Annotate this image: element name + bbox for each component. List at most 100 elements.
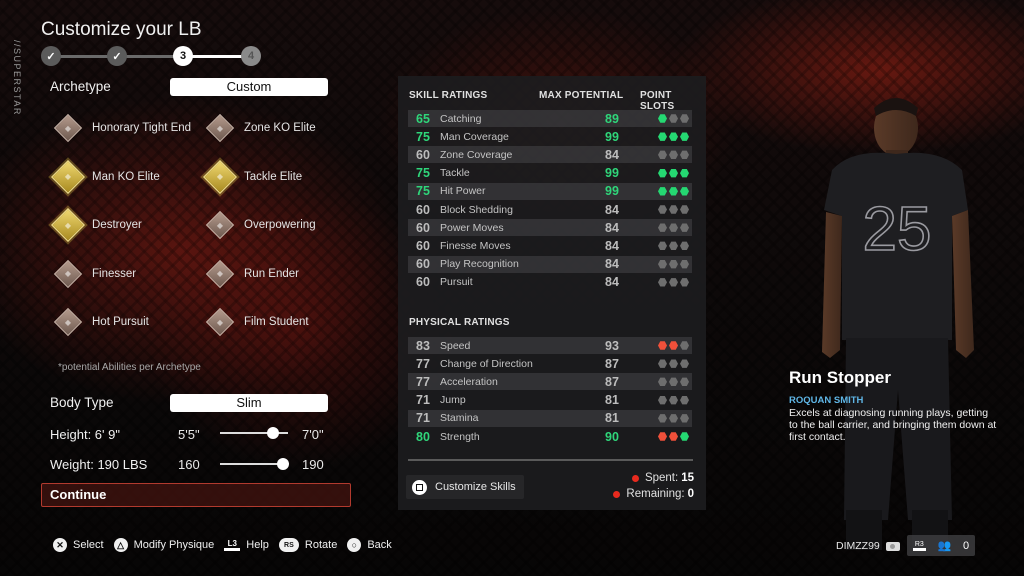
point-slots bbox=[658, 395, 689, 405]
rating-current: 77 bbox=[416, 374, 430, 389]
point-slot-hex-icon bbox=[658, 414, 667, 423]
rating-name: Man Coverage bbox=[440, 130, 509, 143]
rating-row[interactable]: 75 Man Coverage 99 bbox=[408, 128, 692, 145]
ability-badge-icon: ◆ bbox=[202, 256, 238, 292]
customize-skills-button[interactable]: Customize Skills bbox=[406, 475, 524, 499]
point-slot-hex-icon bbox=[658, 168, 667, 178]
ability-name: Finesser bbox=[92, 267, 137, 280]
ability-badge-icon: ◆ bbox=[50, 159, 86, 195]
height-slider[interactable] bbox=[220, 427, 288, 439]
ability-item: ◆ Honorary Tight End bbox=[50, 108, 191, 148]
point-slot-hex-icon bbox=[669, 377, 678, 387]
ability-item: ◆ Man KO Elite bbox=[50, 157, 160, 197]
hint-back[interactable]: ○ Back bbox=[347, 538, 392, 552]
rating-row[interactable]: 60 Play Recognition 84 bbox=[408, 255, 692, 273]
height-slider-thumb[interactable] bbox=[267, 427, 280, 439]
hint-label: Help bbox=[246, 539, 269, 551]
weight-slider-thumb[interactable] bbox=[277, 458, 289, 470]
rating-row[interactable]: 75 Hit Power 99 bbox=[408, 182, 692, 200]
rating-max: 84 bbox=[605, 147, 619, 162]
rating-row[interactable]: 77 Acceleration 87 bbox=[408, 373, 692, 391]
point-slots bbox=[658, 241, 689, 251]
rating-row[interactable]: 71 Jump 81 bbox=[408, 392, 692, 409]
ability-name: Run Ender bbox=[244, 267, 299, 280]
remaining-dot-icon bbox=[613, 490, 621, 498]
rating-max: 81 bbox=[605, 411, 619, 426]
rating-current: 75 bbox=[416, 129, 430, 144]
rating-row[interactable]: 60 Zone Coverage 84 bbox=[408, 146, 692, 164]
point-slot-hex-icon bbox=[680, 414, 689, 423]
point-slot-hex-icon bbox=[669, 241, 678, 251]
rating-max: 99 bbox=[605, 129, 619, 144]
body-type-select[interactable]: Slim bbox=[170, 394, 328, 412]
hint-help[interactable]: L3 Help bbox=[224, 539, 269, 551]
cross-button-icon: ✕ bbox=[53, 538, 67, 552]
weight-slider[interactable] bbox=[220, 458, 289, 470]
ability-name: Overpowering bbox=[244, 219, 316, 231]
rating-row[interactable]: 80 Strength 90 bbox=[408, 428, 692, 445]
hint-rotate[interactable]: RS Rotate bbox=[278, 538, 338, 552]
rating-row[interactable]: 60 Finesse Moves 84 bbox=[408, 237, 692, 254]
archetype-select[interactable]: Custom bbox=[170, 78, 328, 96]
ratings-panel: SKILL RATINGS MAX POTENTIAL POINT SLOTS … bbox=[398, 76, 706, 510]
point-slot-hex-icon bbox=[669, 414, 678, 423]
player-model[interactable]: 25 bbox=[812, 90, 992, 570]
rating-max: 99 bbox=[605, 184, 619, 199]
height-min: 5'5" bbox=[178, 427, 200, 442]
ability-badge-icon: ◆ bbox=[202, 207, 238, 243]
rating-row[interactable]: 83 Speed 93 bbox=[408, 337, 692, 354]
point-slot-hex-icon bbox=[669, 395, 678, 405]
spent-dot-icon bbox=[631, 474, 639, 482]
gamertag: DIMZZ99 bbox=[836, 540, 880, 552]
point-slots bbox=[658, 259, 689, 269]
rating-row[interactable]: 71 Stamina 81 bbox=[408, 409, 692, 427]
rating-current: 75 bbox=[416, 184, 430, 199]
rating-row[interactable]: 75 Tackle 99 bbox=[408, 165, 692, 182]
point-slot-hex-icon bbox=[680, 395, 689, 405]
hint-modify-physique[interactable]: △ Modify Physique bbox=[113, 538, 214, 552]
point-slot-hex-icon bbox=[680, 341, 689, 350]
rating-name: Finesse Moves bbox=[440, 239, 511, 252]
point-slot-hex-icon bbox=[669, 341, 678, 350]
point-slot-hex-icon bbox=[669, 187, 678, 196]
r3-button-icon: R3 bbox=[912, 541, 926, 551]
jersey-number: 25 bbox=[863, 195, 932, 264]
archetype-label: Archetype bbox=[50, 79, 111, 94]
rating-row[interactable]: 65 Catching 89 bbox=[408, 110, 692, 127]
ability-name: Man KO Elite bbox=[92, 170, 160, 183]
skill-ratings-header: SKILL RATINGS bbox=[409, 90, 488, 101]
customize-skills-label: Customize Skills bbox=[435, 481, 516, 493]
rating-row[interactable]: 60 Power Moves 84 bbox=[408, 219, 692, 237]
point-slot-hex-icon bbox=[669, 150, 678, 160]
rating-row[interactable]: 60 Block Shedding 84 bbox=[408, 201, 692, 218]
physical-ratings-header: PHYSICAL RATINGS bbox=[409, 317, 510, 328]
rating-name: Jump bbox=[440, 394, 466, 407]
hint-label: Rotate bbox=[304, 539, 338, 551]
weight-max: 190 bbox=[302, 457, 324, 472]
archetype-player-name: ROQUAN SMITH bbox=[789, 395, 864, 406]
square-button-icon bbox=[412, 479, 427, 495]
point-slot-hex-icon bbox=[658, 205, 667, 214]
weight-slider-track bbox=[220, 463, 283, 465]
point-slot-hex-icon bbox=[669, 168, 678, 178]
point-slot-hex-icon bbox=[680, 114, 689, 123]
point-slot-hex-icon bbox=[669, 278, 678, 287]
rating-name: Tackle bbox=[440, 167, 470, 180]
point-slot-hex-icon bbox=[658, 150, 667, 160]
step-3: 3 bbox=[173, 46, 193, 66]
rating-name: Speed bbox=[440, 339, 471, 352]
point-slot-hex-icon bbox=[658, 223, 667, 232]
point-slot-hex-icon bbox=[658, 432, 667, 441]
rating-current: 83 bbox=[416, 338, 430, 353]
hint-select[interactable]: ✕ Select bbox=[53, 538, 104, 552]
step-1: ✓ bbox=[41, 46, 61, 66]
rating-row[interactable]: 60 Pursuit 84 bbox=[408, 274, 692, 291]
step-4: 4 bbox=[241, 46, 261, 66]
remaining-label: Remaining: bbox=[626, 488, 685, 500]
rating-max: 84 bbox=[605, 275, 619, 290]
party-button[interactable]: R3 👥 0 bbox=[907, 535, 975, 556]
point-slot-hex-icon bbox=[658, 359, 667, 368]
continue-button[interactable]: Continue bbox=[41, 483, 351, 507]
point-slot-hex-icon bbox=[680, 168, 689, 178]
rating-row[interactable]: 77 Change of Direction 87 bbox=[408, 355, 692, 372]
